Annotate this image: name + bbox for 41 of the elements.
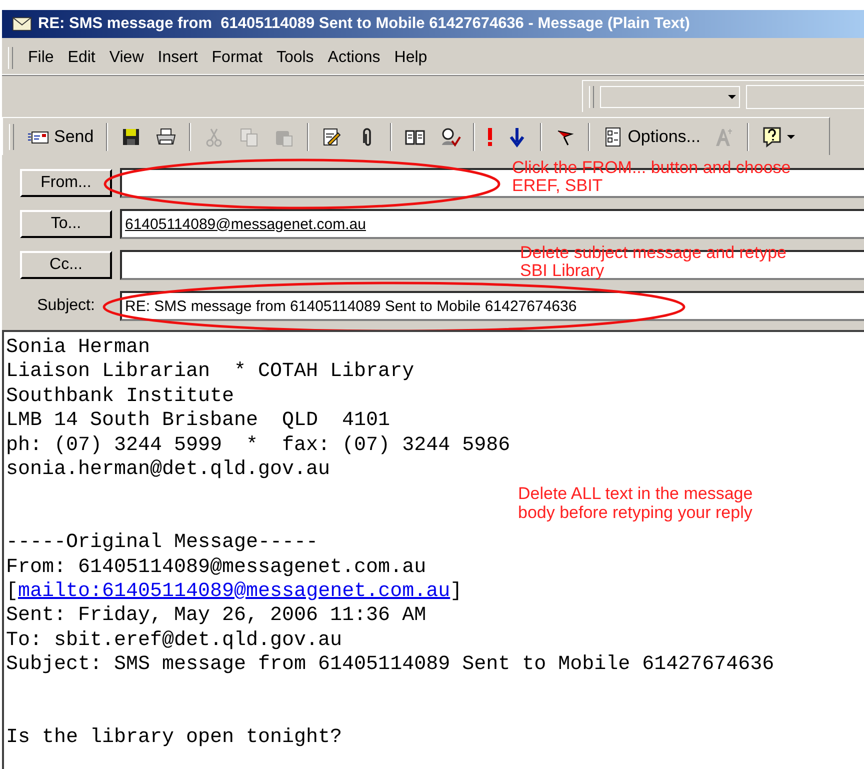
copy-icon (238, 126, 260, 148)
address-button[interactable]: Cc... (20, 251, 112, 279)
menu-item[interactable]: Help (387, 47, 434, 69)
pen-paper-icon (320, 126, 343, 148)
dropdown-field[interactable] (600, 86, 740, 108)
body-text-line: To: sbit.eref@det.qld.gov.au (6, 628, 344, 654)
send-button[interactable]: Send (23, 122, 99, 150)
body-text-line: sonia.herman@det.qld.gov.au (6, 458, 332, 482)
dropdown-caret-icon (787, 134, 796, 138)
menu-item[interactable]: View (102, 47, 151, 69)
text-field[interactable]: RE: SMS message from 61405114089 Sent to Mobile 61427674636 (120, 291, 864, 321)
body-text-line: Southbank Institute (6, 384, 236, 410)
annotation-text: Delete ALL text in the message body before retyping your reply (518, 484, 753, 522)
field-label: Subject: (36, 296, 96, 316)
envelope-icon (12, 14, 32, 34)
text-field[interactable]: 61405114089@messagenet.com.au (120, 209, 864, 239)
address-button[interactable]: To... (20, 210, 112, 238)
body-text-line: Sent: Friday, May 26, 2006 11:36 AM (6, 604, 428, 629)
body-text-line: LMB 14 South Brisbane QLD 4101 (6, 409, 392, 434)
menu-item[interactable]: Tools (269, 47, 321, 69)
body-text-line: Is the library open tonight? (6, 726, 344, 751)
options-button[interactable]: Options... (596, 122, 706, 150)
body-text-line: [mailto:61405114089@messagenet.com.au] (6, 580, 464, 604)
menu-item[interactable]: Actions (320, 47, 388, 69)
menu-item[interactable]: File (21, 47, 61, 69)
body-text-line: ph: (07) 3244 5999 * fax: (07) 3244 5986 (6, 434, 512, 458)
body-text-line: From: 61405114089@messagenet.com.au (6, 556, 428, 580)
menu-item[interactable]: Format (204, 47, 270, 69)
exclamation-icon (486, 126, 493, 146)
menu-item[interactable]: Insert (150, 47, 205, 69)
body-text-line: -----Original Message----- (6, 531, 320, 556)
dropdown-field[interactable] (746, 84, 864, 108)
mailto-link[interactable]: mailto:61405114089@messagenet.com.au (18, 580, 450, 603)
menu-item[interactable]: Edit (60, 47, 102, 69)
body-text-line: Subject: SMS message from 61405114089 Sent to Mobile 61427674636 (6, 653, 776, 678)
help-icon (761, 126, 784, 148)
body-text-line: Sonia Herman (6, 336, 152, 360)
address-button[interactable]: From... (20, 169, 112, 197)
printer-icon (154, 126, 177, 148)
window-title: RE: SMS message from 61405114089 Sent to Mobile 61427674636 - Message (Plain Text) (38, 15, 690, 33)
body-text-line: Liaison Librarian * COTAH Library (6, 360, 416, 385)
